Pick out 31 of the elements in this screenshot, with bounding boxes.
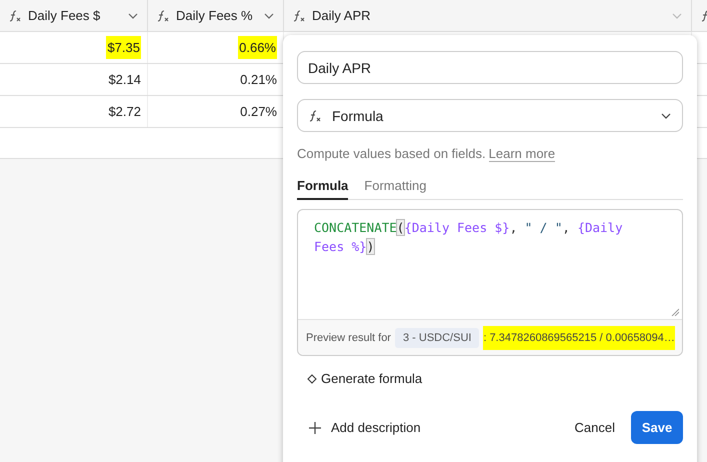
generate-formula-button[interactable]: Generate formula: [297, 369, 432, 388]
table-cell: $2.72: [108, 104, 141, 119]
tab[interactable]: Formatting: [364, 178, 426, 199]
table-cell: 0.66%: [238, 36, 277, 59]
add-description-button[interactable]: Add description: [297, 414, 433, 441]
help-text: Compute values based on fields.: [297, 146, 486, 161]
field-type-dropdown[interactable]: Formula: [297, 99, 683, 132]
preview-label: Preview result for: [306, 332, 391, 344]
formula-icon: [8, 8, 22, 22]
table-cell: $7.35: [106, 36, 141, 59]
resize-handle-icon[interactable]: [671, 308, 679, 316]
formula-editor[interactable]: CONCATENATE({Daily Fees $}, " / ", {Daily Fees %}) Preview result for 3 - USDC/SUI : 7.3478260869565215 / 0.00658094…: [297, 209, 683, 356]
column-header[interactable]: Daily Fees %: [148, 0, 284, 31]
cancel-button[interactable]: Cancel: [558, 414, 631, 441]
formula-icon: [308, 108, 322, 122]
tab[interactable]: Formula: [297, 178, 348, 200]
record-chip[interactable]: 3 - USDC/SUI: [394, 328, 480, 348]
preview-result: : 7.3478260869565215 / 0.00658094…: [483, 326, 675, 350]
field-name-input[interactable]: Daily APR: [297, 51, 683, 84]
learn-more-link[interactable]: Learn more: [488, 146, 556, 162]
plus-icon: [309, 422, 321, 434]
table-cell: 0.27%: [240, 104, 277, 119]
save-button[interactable]: Save: [631, 411, 683, 444]
table-cell: 0.21%: [240, 72, 277, 87]
column-header[interactable]: Daily APR: [284, 0, 692, 31]
column-header[interactable]: Daily Fees $: [0, 0, 148, 31]
formula-icon: [156, 8, 170, 22]
formula-icon: [292, 8, 306, 22]
sparkle-icon: [307, 374, 317, 384]
table-cell: $2.14: [108, 72, 141, 87]
formula-code: CONCATENATE({Daily Fees $}, " / ", {Daily Fees %}): [313, 219, 624, 256]
